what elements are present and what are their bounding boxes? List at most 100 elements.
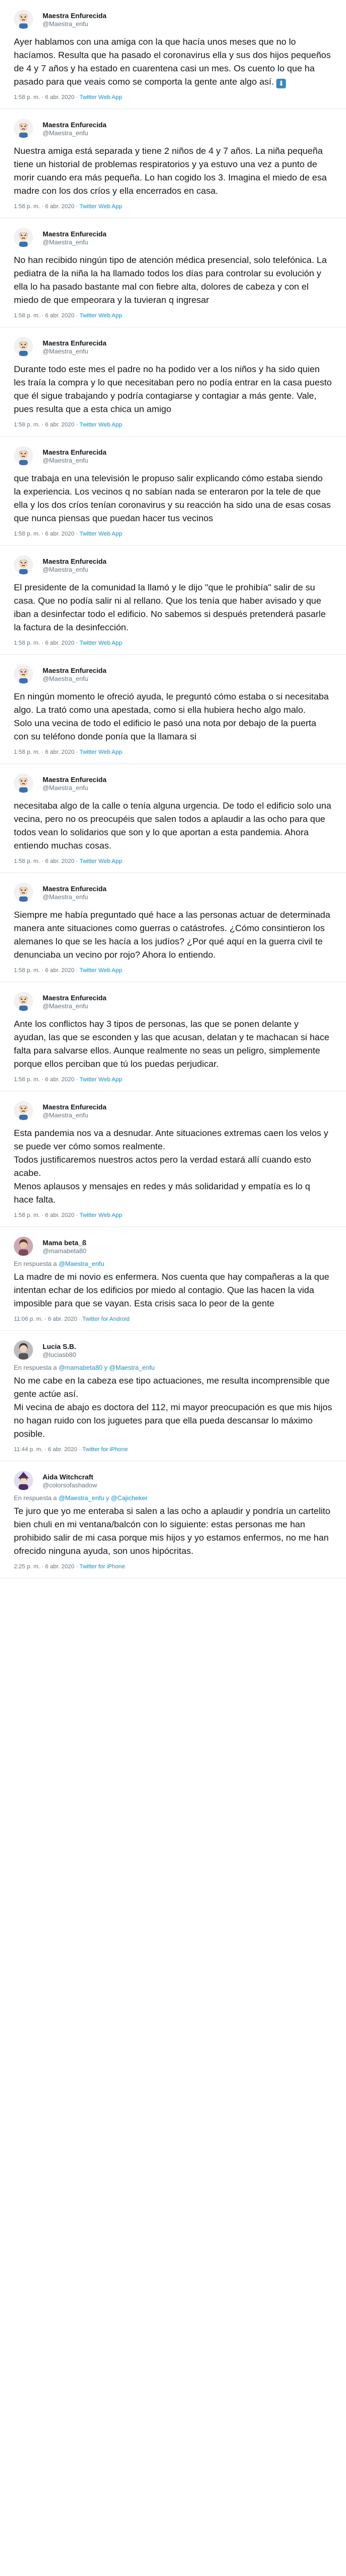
source-app[interactable]: Twitter Web App xyxy=(79,1212,122,1219)
author-block[interactable]: Maestra Enfurecida @Maestra_enfu xyxy=(43,230,106,246)
avatar[interactable] xyxy=(14,883,33,902)
author-name[interactable]: Maestra Enfurecida xyxy=(43,885,106,893)
author-name[interactable]: Maestra Enfurecida xyxy=(43,12,106,20)
tweet-meta: 1:58 p. m. · 6 abr. 2020 · Twitter Web A… xyxy=(14,961,332,982)
tweet-6[interactable]: Maestra Enfurecida @Maestra_enfu El pres… xyxy=(0,546,346,655)
timestamp[interactable]: 1:58 p. m. · 6 abr. 2020 xyxy=(14,531,75,537)
author-handle[interactable]: @Maestra_enfu xyxy=(43,784,106,792)
source-app[interactable]: Twitter Web App xyxy=(79,203,122,210)
author-block[interactable]: Maestra Enfurecida @Maestra_enfu xyxy=(43,339,106,356)
author-name[interactable]: Lucia S.B. xyxy=(43,1343,76,1351)
source-app[interactable]: Twitter Web App xyxy=(79,858,122,865)
author-handle[interactable]: @Maestra_enfu xyxy=(43,1112,106,1120)
avatar[interactable] xyxy=(14,555,33,574)
source-app[interactable]: Twitter Web App xyxy=(79,1076,122,1083)
source-app[interactable]: Twitter for iPhone xyxy=(83,1446,128,1453)
source-app[interactable]: Twitter for Android xyxy=(83,1316,130,1322)
tweet-8[interactable]: Maestra Enfurecida @Maestra_enfu necesit… xyxy=(0,764,346,873)
author-block[interactable]: Mama beta_ß @mamabeta80 xyxy=(43,1239,86,1255)
author-name[interactable]: Maestra Enfurecida xyxy=(43,666,106,675)
tweet-7[interactable]: Maestra Enfurecida @Maestra_enfu En ning… xyxy=(0,655,346,764)
avatar[interactable] xyxy=(14,446,33,465)
source-app[interactable]: Twitter Web App xyxy=(79,640,122,646)
author-block[interactable]: Aida Witchcraft @colorsofashadow xyxy=(43,1473,97,1489)
author-block[interactable]: Maestra Enfurecida @Maestra_enfu xyxy=(43,885,106,901)
author-block[interactable]: Maestra Enfurecida @Maestra_enfu xyxy=(43,1103,106,1120)
avatar[interactable] xyxy=(14,228,33,247)
author-handle[interactable]: @Maestra_enfu xyxy=(43,566,106,574)
avatar[interactable] xyxy=(14,1101,33,1120)
avatar[interactable] xyxy=(14,337,33,356)
source-app[interactable]: Twitter Web App xyxy=(79,422,122,428)
author-handle[interactable]: @Maestra_enfu xyxy=(43,457,106,465)
tweet-5[interactable]: Maestra Enfurecida @Maestra_enfu que tra… xyxy=(0,437,346,546)
author-name[interactable]: Maestra Enfurecida xyxy=(43,448,106,457)
timestamp[interactable]: 11:06 p. m. · 6 abr. 2020 xyxy=(14,1316,77,1322)
author-handle[interactable]: @Maestra_enfu xyxy=(43,348,106,356)
author-block[interactable]: Maestra Enfurecida @Maestra_enfu xyxy=(43,448,106,465)
timestamp[interactable]: 1:58 p. m. · 6 abr. 2020 xyxy=(14,640,75,646)
author-handle[interactable]: @luciasb80 xyxy=(43,1351,76,1359)
avatar[interactable] xyxy=(14,10,33,29)
avatar[interactable] xyxy=(14,1340,33,1360)
timestamp[interactable]: 1:58 p. m. · 6 abr. 2020 xyxy=(14,312,75,319)
author-name[interactable]: Maestra Enfurecida xyxy=(43,557,106,566)
author-block[interactable]: Maestra Enfurecida @Maestra_enfu xyxy=(43,12,106,28)
author-handle[interactable]: @Maestra_enfu xyxy=(43,893,106,901)
author-block[interactable]: Maestra Enfurecida @Maestra_enfu xyxy=(43,121,106,137)
source-app[interactable]: Twitter Web App xyxy=(79,94,122,101)
author-name[interactable]: Mama beta_ß xyxy=(43,1239,86,1247)
timestamp[interactable]: 1:58 p. m. · 6 abr. 2020 xyxy=(14,94,75,101)
author-block[interactable]: Maestra Enfurecida @Maestra_enfu xyxy=(43,776,106,792)
avatar[interactable] xyxy=(14,119,33,138)
tweet-3[interactable]: Maestra Enfurecida @Maestra_enfu No han … xyxy=(0,218,346,327)
author-handle[interactable]: @Maestra_enfu xyxy=(43,238,106,246)
avatar[interactable] xyxy=(14,992,33,1011)
author-handle[interactable]: @Maestra_enfu xyxy=(43,1002,106,1010)
tweet-9[interactable]: Maestra Enfurecida @Maestra_enfu Siempre… xyxy=(0,873,346,982)
source-app[interactable]: Twitter Web App xyxy=(79,749,122,755)
tweet-10[interactable]: Maestra Enfurecida @Maestra_enfu Ante lo… xyxy=(0,982,346,1091)
timestamp[interactable]: 1:58 p. m. · 6 abr. 2020 xyxy=(14,858,75,865)
timestamp[interactable]: 1:58 p. m. · 6 abr. 2020 xyxy=(14,1076,75,1083)
timestamp[interactable]: 1:58 p. m. · 6 abr. 2020 xyxy=(14,422,75,428)
tweet-2[interactable]: Maestra Enfurecida @Maestra_enfu Nuestra… xyxy=(0,109,346,218)
avatar[interactable] xyxy=(14,1471,33,1490)
source-app[interactable]: Twitter for iPhone xyxy=(79,1563,125,1570)
tweet-12[interactable]: Mama beta_ß @mamabeta80 En respuesta a @… xyxy=(0,1227,346,1331)
angry-teacher-avatar-icon xyxy=(14,446,33,465)
timestamp[interactable]: 1:58 p. m. · 6 abr. 2020 xyxy=(14,749,75,755)
author-handle[interactable]: @Maestra_enfu xyxy=(43,20,106,28)
author-block[interactable]: Maestra Enfurecida @Maestra_enfu xyxy=(43,557,106,574)
author-handle[interactable]: @Maestra_enfu xyxy=(43,675,106,683)
tweet-4[interactable]: Maestra Enfurecida @Maestra_enfu Durante… xyxy=(0,327,346,437)
timestamp[interactable]: 1:58 p. m. · 6 abr. 2020 xyxy=(14,203,75,210)
author-name[interactable]: Aida Witchcraft xyxy=(43,1473,97,1482)
tweet-11[interactable]: Maestra Enfurecida @Maestra_enfu Esta pa… xyxy=(0,1091,346,1227)
author-handle[interactable]: @Maestra_enfu xyxy=(43,129,106,137)
tweet-14[interactable]: Aida Witchcraft @colorsofashadow En resp… xyxy=(0,1461,346,1578)
source-app[interactable]: Twitter Web App xyxy=(79,967,122,974)
timestamp[interactable]: 1:58 p. m. · 6 abr. 2020 xyxy=(14,1212,75,1219)
tweet-13[interactable]: Lucia S.B. @luciasb80 En respuesta a @ma… xyxy=(0,1331,346,1461)
author-name[interactable]: Maestra Enfurecida xyxy=(43,994,106,1002)
author-name[interactable]: Maestra Enfurecida xyxy=(43,121,106,129)
author-name[interactable]: Maestra Enfurecida xyxy=(43,1103,106,1112)
author-name[interactable]: Maestra Enfurecida xyxy=(43,776,106,784)
author-block[interactable]: Maestra Enfurecida @Maestra_enfu xyxy=(43,994,106,1010)
avatar[interactable] xyxy=(14,1237,33,1256)
timestamp[interactable]: 11:44 p. m. · 6 abr. 2020 xyxy=(14,1446,77,1453)
source-app[interactable]: Twitter Web App xyxy=(79,312,122,319)
author-handle[interactable]: @mamabeta80 xyxy=(43,1247,86,1255)
author-block[interactable]: Maestra Enfurecida @Maestra_enfu xyxy=(43,666,106,683)
avatar[interactable] xyxy=(14,773,33,793)
source-app[interactable]: Twitter Web App xyxy=(79,531,122,537)
author-handle[interactable]: @colorsofashadow xyxy=(43,1482,97,1489)
author-name[interactable]: Maestra Enfurecida xyxy=(43,230,106,238)
author-block[interactable]: Lucia S.B. @luciasb80 xyxy=(43,1343,76,1359)
timestamp[interactable]: 1:58 p. m. · 6 abr. 2020 xyxy=(14,967,75,974)
avatar[interactable] xyxy=(14,664,33,684)
tweet-1[interactable]: Maestra Enfurecida @Maestra_enfu Ayer ha… xyxy=(0,0,346,109)
author-name[interactable]: Maestra Enfurecida xyxy=(43,339,106,348)
timestamp[interactable]: 2:25 p. m. · 6 abr. 2020 xyxy=(14,1563,75,1570)
